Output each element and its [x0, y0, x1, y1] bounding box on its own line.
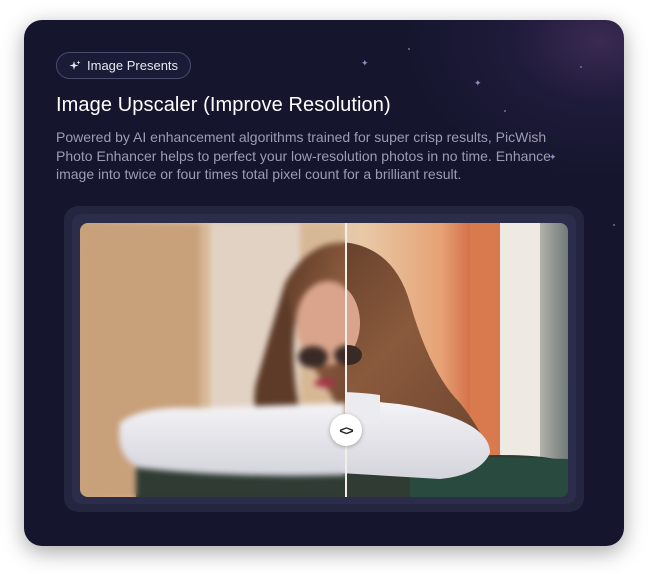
star-icon: ✦ [474, 79, 482, 89]
sparkle-icon [69, 60, 81, 70]
star-dot [504, 110, 506, 112]
star-dot [613, 224, 615, 226]
star-icon: ✦ [361, 59, 369, 69]
comparison-slider-handle[interactable]: <> [330, 414, 362, 446]
before-image [80, 223, 346, 497]
page-title: Image Upscaler (Improve Resolution) [56, 94, 391, 116]
star-dot [580, 66, 582, 68]
comparison-divider[interactable] [345, 223, 347, 497]
star-dot [408, 48, 410, 50]
feature-card: ✦ ✦ ✦ Image Presents Image Upscaler (Imp… [24, 20, 624, 546]
image-presents-badge[interactable]: Image Presents [56, 52, 192, 79]
feature-description: Powered by AI enhancement algorithms tra… [56, 129, 551, 182]
badge-label: Image Presents [87, 58, 179, 73]
chevrons-left-right-icon: <> [339, 422, 353, 438]
before-after-photo[interactable] [80, 223, 568, 497]
